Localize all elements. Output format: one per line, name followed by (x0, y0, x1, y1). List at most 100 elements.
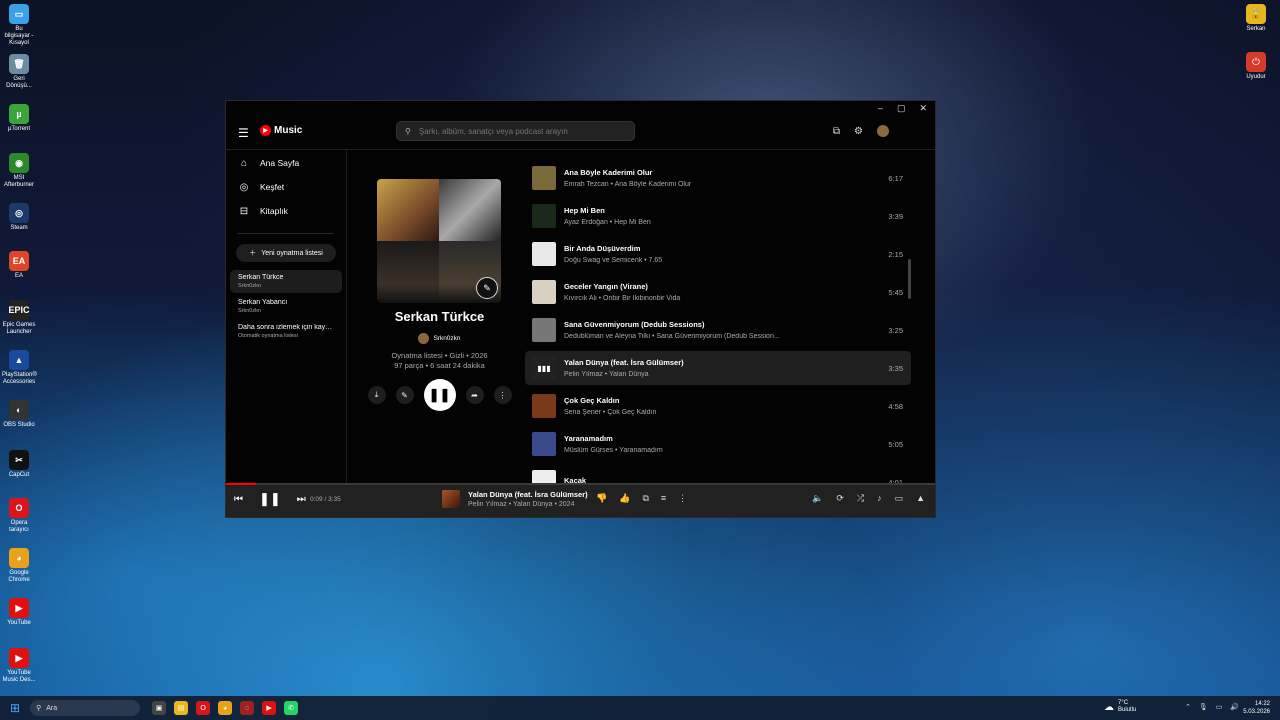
file-explorer-icon[interactable]: ▤ (174, 701, 189, 715)
desktop-icon[interactable]: µ µTorrent (2, 104, 36, 133)
track-thumbnail[interactable] (532, 204, 556, 228)
maximize-button[interactable]: ▢ (897, 103, 906, 114)
speaker-icon[interactable]: 🔊 (1230, 703, 1239, 711)
nav-item[interactable]: ⊟ Kitaplık (226, 199, 346, 223)
desktop-icon[interactable]: O Opera tarayıcı (2, 498, 36, 534)
more-vert-icon[interactable]: ⋮ (678, 493, 687, 504)
mic-icon[interactable]: 🎙 (1199, 703, 1208, 711)
edit-button[interactable]: ✎ (395, 386, 414, 404)
desktop-icon[interactable]: EPIC Epic Games Launcher (2, 300, 36, 336)
opera-icon[interactable]: O (196, 701, 211, 715)
shuffle-icon[interactable]: ⤮ (857, 493, 864, 504)
track-title[interactable]: Geceler Yangın (Virane) (564, 282, 863, 291)
track-title[interactable]: Sana Güvenmiyorum (Dedub Sessions) (564, 320, 863, 329)
search-bar[interactable]: ⚲ (396, 121, 635, 141)
clock[interactable]: 14:22 5.03.2026 (1243, 700, 1270, 716)
track-title[interactable]: Çok Geç Kaldın (564, 396, 863, 405)
track-row[interactable]: Sana Güvenmiyorum (Dedub Sessions) Dedubl… (525, 313, 911, 347)
track-row[interactable]: Çok Geç Kaldın Sena Şener • Çok Geç Kaldı… (525, 389, 911, 423)
now-playing-subtitle[interactable]: Pelin Yılmaz • Yalan Dünya • 2024 (468, 501, 588, 508)
track-thumbnail[interactable] (532, 394, 556, 418)
windows-start-icon[interactable]: ⊞ (10, 701, 20, 715)
track-row[interactable]: ▮▮▮ Yalan Dünya (feat. İsra Gülümser) Pel… (525, 351, 911, 385)
track-subtitle[interactable]: Pelin Yılmaz • Yalan Dünya (564, 371, 863, 378)
next-icon[interactable]: ⏭ (297, 494, 306, 505)
track-subtitle[interactable]: Emrah Tezcan • Ana Böyle Kaderimi Olur (564, 181, 863, 188)
sidebar-playlist-item[interactable]: Serkan Yabancı Srkn0zkn (230, 295, 342, 318)
track-row[interactable]: Geceler Yangın (Virane) Kıvırcık Ali • On… (525, 275, 911, 309)
track-thumbnail[interactable] (532, 242, 556, 266)
desktop-icon[interactable]: ▶ YouTube (2, 598, 36, 627)
download-button[interactable]: ⤓ (367, 386, 386, 404)
sidebar-playlist-item[interactable]: Daha sonra izlemek için kayd... Otomatik … (230, 320, 342, 343)
desktop-icon[interactable]: ✂ CapCut (2, 450, 36, 479)
track-title[interactable]: Ana Böyle Kaderimi Olur (564, 168, 863, 177)
track-title[interactable]: Kaçak (564, 476, 863, 484)
track-row[interactable]: Kaçak 4:01 (525, 465, 911, 483)
menu-icon[interactable]: ☰ (238, 126, 249, 140)
track-row[interactable]: Bir Anda Düşüverdim Doğu Swag ve Semicenk… (525, 237, 911, 271)
network-icon[interactable]: ▭ (1216, 703, 1223, 711)
track-title[interactable]: Bir Anda Düşüverdim (564, 244, 863, 253)
track-title[interactable]: Hep Mi Ben (564, 206, 863, 215)
opera-gx-icon[interactable]: ◌ (240, 701, 255, 715)
desktop-icon[interactable]: 🔒 Serkan (1239, 4, 1273, 33)
sidebar-playlist-item[interactable]: Serkan Türkce Srkn0zkn (230, 270, 342, 293)
desktop-icon[interactable]: ◎ Steam (2, 203, 36, 232)
track-subtitle[interactable]: Dedublüman ve Aleyna Tilki • Sana Güvenm… (564, 333, 863, 340)
track-thumbnail[interactable] (532, 470, 556, 483)
desktop-icon[interactable]: 🗑 Geri Dönüşü... (2, 54, 36, 90)
track-thumbnail[interactable] (532, 166, 556, 190)
gear-icon[interactable]: ⚙ (854, 126, 863, 137)
save-to-library-icon[interactable]: ⧉ (642, 493, 648, 504)
share-button[interactable]: ➦ (465, 386, 484, 404)
track-subtitle[interactable]: Müslüm Gürses • Yaranamadım (564, 447, 863, 454)
track-thumbnail[interactable] (532, 432, 556, 456)
add-to-queue-icon[interactable]: ≡ (661, 493, 666, 504)
track-row[interactable]: Ana Böyle Kaderimi Olur Emrah Tezcan • An… (525, 161, 911, 195)
chrome-icon[interactable]: ◕ (218, 701, 233, 715)
search-input[interactable] (416, 125, 621, 137)
track-row[interactable]: Hep Mi Ben Ayaz Erdoğan • Hep Mi Ben 3:39 (525, 199, 911, 233)
like-icon[interactable]: 👍 (619, 493, 630, 504)
track-subtitle[interactable]: Ayaz Erdoğan • Hep Mi Ben (564, 219, 863, 226)
new-playlist-button[interactable]: ＋ Yeni oynatma listesi (236, 244, 336, 262)
track-row[interactable]: Yaranamadım Müslüm Gürses • Yaranamadım 5… (525, 427, 911, 461)
chevron-up-icon[interactable]: ⌃ (1185, 703, 1191, 711)
volume-icon[interactable]: 🔈 (812, 493, 823, 504)
minimize-button[interactable]: – (878, 103, 883, 113)
whatsapp-icon[interactable]: ✆ (284, 701, 299, 715)
track-subtitle[interactable]: Sena Şener • Çok Geç Kaldın (564, 409, 863, 416)
app-logo[interactable]: ▶ Music (260, 125, 302, 136)
desktop-icon[interactable]: ▲ PlayStation® Accessories (2, 350, 37, 386)
more-button[interactable]: ⋮ (493, 386, 512, 404)
desktop-icon[interactable]: ◉ MSI Afterburner (2, 153, 36, 189)
track-subtitle[interactable]: Doğu Swag ve Semicenk • 7.65 (564, 257, 863, 264)
edit-cover-button[interactable]: ✎ (476, 277, 498, 299)
desktop-icon[interactable]: EA EA (2, 251, 36, 280)
desktop-icon[interactable]: ▭ Bu bilgisayar - Kısayol (2, 4, 36, 47)
cast-icon[interactable]: ⧉ (833, 126, 840, 137)
pause-icon[interactable]: ❚❚ (259, 491, 281, 507)
track-subtitle[interactable]: Kıvırcık Ali • Onbir Bir İkibinonbir Vid… (564, 295, 863, 302)
previous-icon[interactable]: ⏮ (234, 494, 243, 505)
avatar[interactable] (877, 125, 889, 137)
track-thumbnail[interactable] (532, 280, 556, 304)
desktop-icon[interactable]: ◕ Google Chrome (2, 548, 36, 584)
desktop-icon[interactable]: ◐ OBS Studio (2, 400, 36, 429)
progress-bar[interactable] (226, 483, 935, 485)
audio-icon[interactable]: ♪ (877, 493, 882, 504)
expand-icon[interactable]: ▲ (916, 493, 925, 504)
dislike-icon[interactable]: 👎 (596, 493, 607, 504)
taskbar-search[interactable]: ⚲ Ara (30, 700, 141, 716)
pause-button[interactable]: ❚❚ (423, 379, 456, 411)
track-title[interactable]: Yalan Dünya (feat. İsra Gülümser) (564, 358, 863, 367)
task-view-icon[interactable]: ▣ (152, 701, 167, 715)
youtube-music-icon[interactable]: ▶ (262, 701, 277, 715)
now-playing-title[interactable]: Yalan Dünya (feat. İsra Gülümser) (468, 490, 588, 499)
track-title[interactable]: Yaranamadım (564, 434, 863, 443)
playlist-owner[interactable]: Srkn0zkn (347, 333, 532, 344)
now-playing-art[interactable] (442, 490, 460, 508)
desktop-icon[interactable]: ⏻ Uyudur (1239, 52, 1273, 81)
track-thumbnail[interactable] (532, 318, 556, 342)
